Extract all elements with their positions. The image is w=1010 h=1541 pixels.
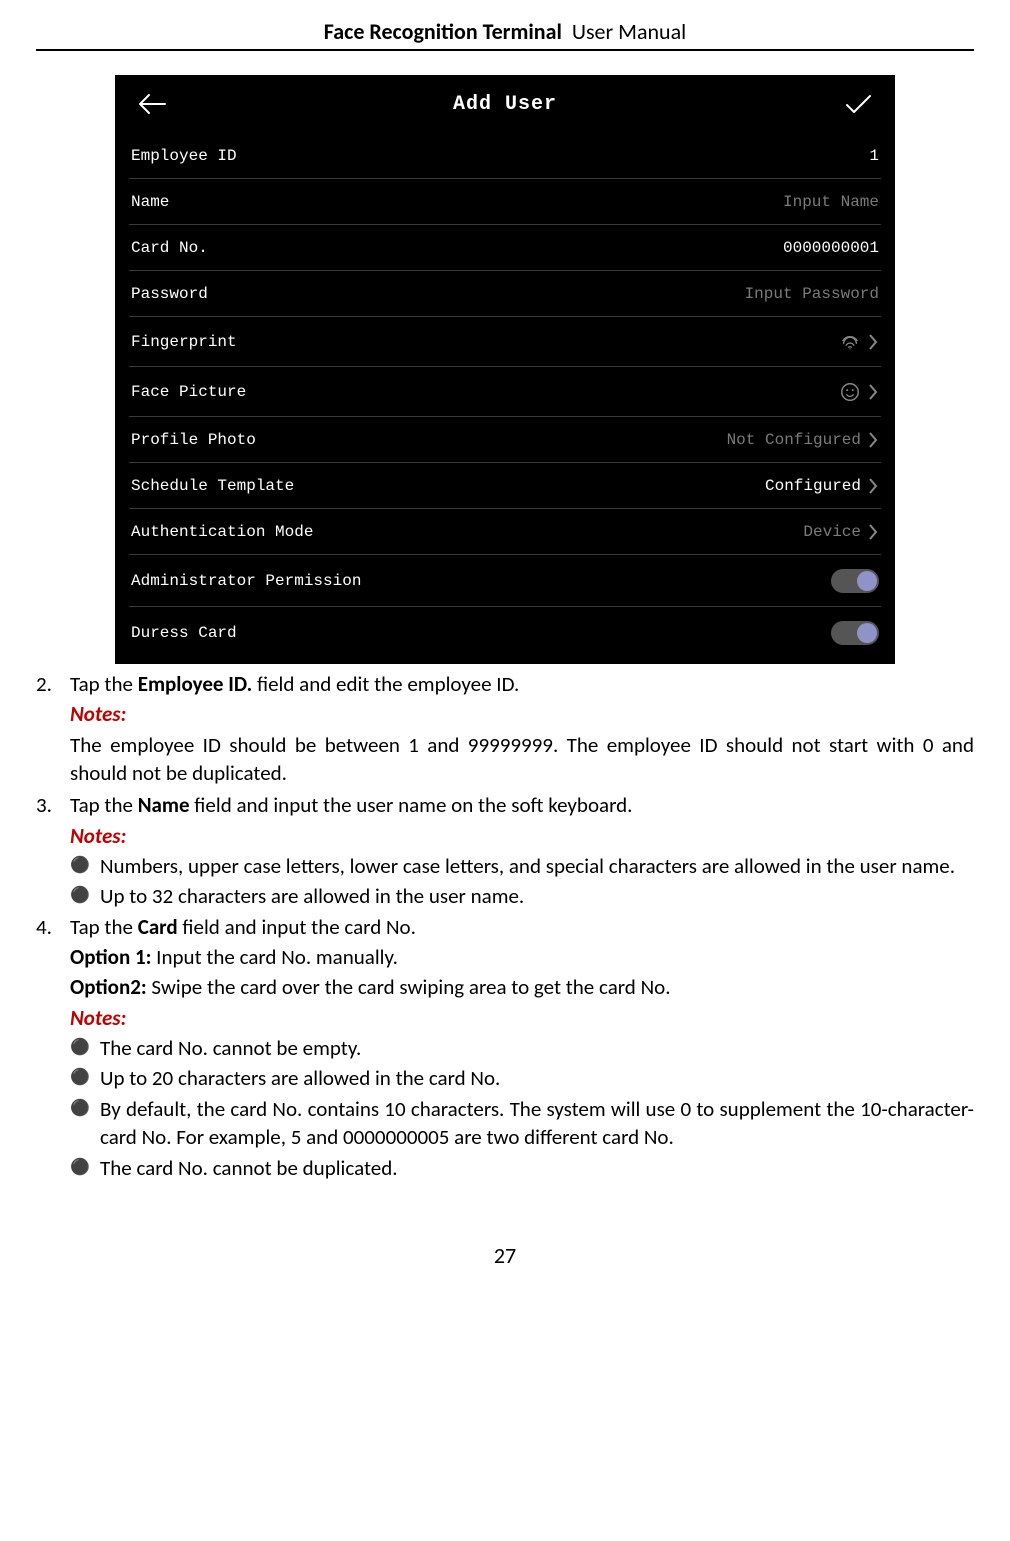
profile-photo-row[interactable]: Profile Photo Not Configured <box>129 417 881 463</box>
step-3-bullet-1: ⚫ Numbers, upper case letters, lower cas… <box>70 852 974 880</box>
step-3-bullet-2-text: Up to 32 characters are allowed in the u… <box>100 882 974 910</box>
step-3: 3. Tap the Name field and input the user… <box>36 791 974 910</box>
chevron-right-icon <box>867 431 879 449</box>
step-3-bullet-1-text: Numbers, upper case letters, lower case … <box>100 852 974 880</box>
back-button[interactable] <box>123 75 181 133</box>
face-picture-label: Face Picture <box>131 383 246 401</box>
employee-id-row[interactable]: Employee ID 1 <box>129 133 881 179</box>
bullet-icon: ⚫ <box>70 852 100 880</box>
authentication-mode-row[interactable]: Authentication Mode Device <box>129 509 881 555</box>
bullet-icon: ⚫ <box>70 882 100 910</box>
name-row[interactable]: Name Input Name <box>129 179 881 225</box>
step-3-text-c: field and input the user name on the sof… <box>190 792 633 818</box>
notes-label: Notes: <box>70 822 974 850</box>
step-4-text-b: Card <box>138 914 178 940</box>
step-4-bullet-3-text: By default, the card No. contains 10 cha… <box>100 1095 974 1152</box>
notes-label: Notes: <box>70 1004 974 1032</box>
chevron-right-icon <box>867 383 879 401</box>
step-2-text-b: Employee ID. <box>138 671 253 697</box>
fingerprint-icon <box>839 331 861 353</box>
duress-card-toggle[interactable] <box>831 621 879 645</box>
step-4-bullet-4: ⚫ The card No. cannot be duplicated. <box>70 1154 974 1182</box>
step-4-bullet-3: ⚫ By default, the card No. contains 10 c… <box>70 1095 974 1152</box>
password-row[interactable]: Password Input Password <box>129 271 881 317</box>
step-2-note: The employee ID should be between 1 and … <box>70 731 974 788</box>
name-label: Name <box>131 193 169 211</box>
face-icon <box>839 381 861 403</box>
step-4-option1-t: Input the card No. manually. <box>151 944 397 970</box>
arrow-left-icon <box>137 93 167 115</box>
step-3-text-b: Name <box>138 792 190 818</box>
device-screenshot: Add User Employee ID 1 Name Input Name C… <box>115 75 895 664</box>
profile-photo-value: Not Configured <box>727 431 861 449</box>
employee-id-value: 1 <box>869 147 879 165</box>
step-4: 4. Tap the Card field and input the card… <box>36 913 974 1182</box>
header-title-thin-text: User Manual <box>572 18 686 45</box>
step-4-option2-b: Option2: <box>70 974 147 1000</box>
step-4-bullet-1: ⚫ The card No. cannot be empty. <box>70 1034 974 1062</box>
administrator-permission-row: Administrator Permission <box>129 555 881 607</box>
fingerprint-label: Fingerprint <box>131 333 237 351</box>
employee-id-label: Employee ID <box>131 147 237 165</box>
chevron-right-icon <box>867 333 879 351</box>
bullet-icon: ⚫ <box>70 1095 100 1152</box>
step-4-bullet-2-text: Up to 20 characters are allowed in the c… <box>100 1064 974 1092</box>
chevron-right-icon <box>867 477 879 495</box>
name-field: Input Name <box>783 193 879 211</box>
notes-label: Notes: <box>70 700 974 728</box>
step-2-number: 2. <box>36 670 70 789</box>
bullet-icon: ⚫ <box>70 1064 100 1092</box>
bullet-icon: ⚫ <box>70 1154 100 1182</box>
instruction-body: 2. Tap the Employee ID. field and edit t… <box>36 670 974 1182</box>
confirm-button[interactable] <box>829 75 887 133</box>
bullet-icon: ⚫ <box>70 1034 100 1062</box>
schedule-template-value: Configured <box>765 477 861 495</box>
step-2-text-a: Tap the <box>70 671 138 697</box>
administrator-permission-toggle[interactable] <box>831 569 879 593</box>
step-2-text-c: field and edit the employee ID. <box>252 671 519 697</box>
administrator-permission-label: Administrator Permission <box>131 572 361 590</box>
device-titlebar: Add User <box>115 75 895 133</box>
card-no-value: 0000000001 <box>783 239 879 257</box>
authentication-mode-value: Device <box>803 523 861 541</box>
step-4-bullet-4-text: The card No. cannot be duplicated. <box>100 1154 974 1182</box>
schedule-template-row[interactable]: Schedule Template Configured <box>129 463 881 509</box>
step-2: 2. Tap the Employee ID. field and edit t… <box>36 670 974 789</box>
step-4-text-c: field and input the card No. <box>178 914 416 940</box>
schedule-template-label: Schedule Template <box>131 477 294 495</box>
fingerprint-row[interactable]: Fingerprint <box>129 317 881 367</box>
page-header: Face Recognition Terminal User Manual <box>36 18 974 51</box>
check-icon <box>843 93 873 115</box>
step-3-text-a: Tap the <box>70 792 138 818</box>
duress-card-label: Duress Card <box>131 624 237 642</box>
device-title: Add User <box>453 93 557 116</box>
face-picture-row[interactable]: Face Picture <box>129 367 881 417</box>
profile-photo-label: Profile Photo <box>131 431 256 449</box>
step-4-text-a: Tap the <box>70 914 138 940</box>
card-no-label: Card No. <box>131 239 208 257</box>
step-3-number: 3. <box>36 791 70 910</box>
step-3-bullet-2: ⚫ Up to 32 characters are allowed in the… <box>70 882 974 910</box>
password-label: Password <box>131 285 208 303</box>
page-number: 27 <box>36 1242 974 1269</box>
card-no-row[interactable]: Card No. 0000000001 <box>129 225 881 271</box>
step-4-bullet-2: ⚫ Up to 20 characters are allowed in the… <box>70 1064 974 1092</box>
header-title-bold: Face Recognition Terminal <box>324 18 562 45</box>
authentication-mode-label: Authentication Mode <box>131 523 313 541</box>
step-4-option1-b: Option 1: <box>70 944 151 970</box>
step-4-bullet-1-text: The card No. cannot be empty. <box>100 1034 974 1062</box>
password-field: Input Password <box>745 285 879 303</box>
chevron-right-icon <box>867 523 879 541</box>
device-form: Employee ID 1 Name Input Name Card No. 0… <box>115 133 895 664</box>
step-4-number: 4. <box>36 913 70 1182</box>
duress-card-row: Duress Card <box>129 607 881 658</box>
step-4-option2-t: Swipe the card over the card swiping are… <box>147 974 671 1000</box>
